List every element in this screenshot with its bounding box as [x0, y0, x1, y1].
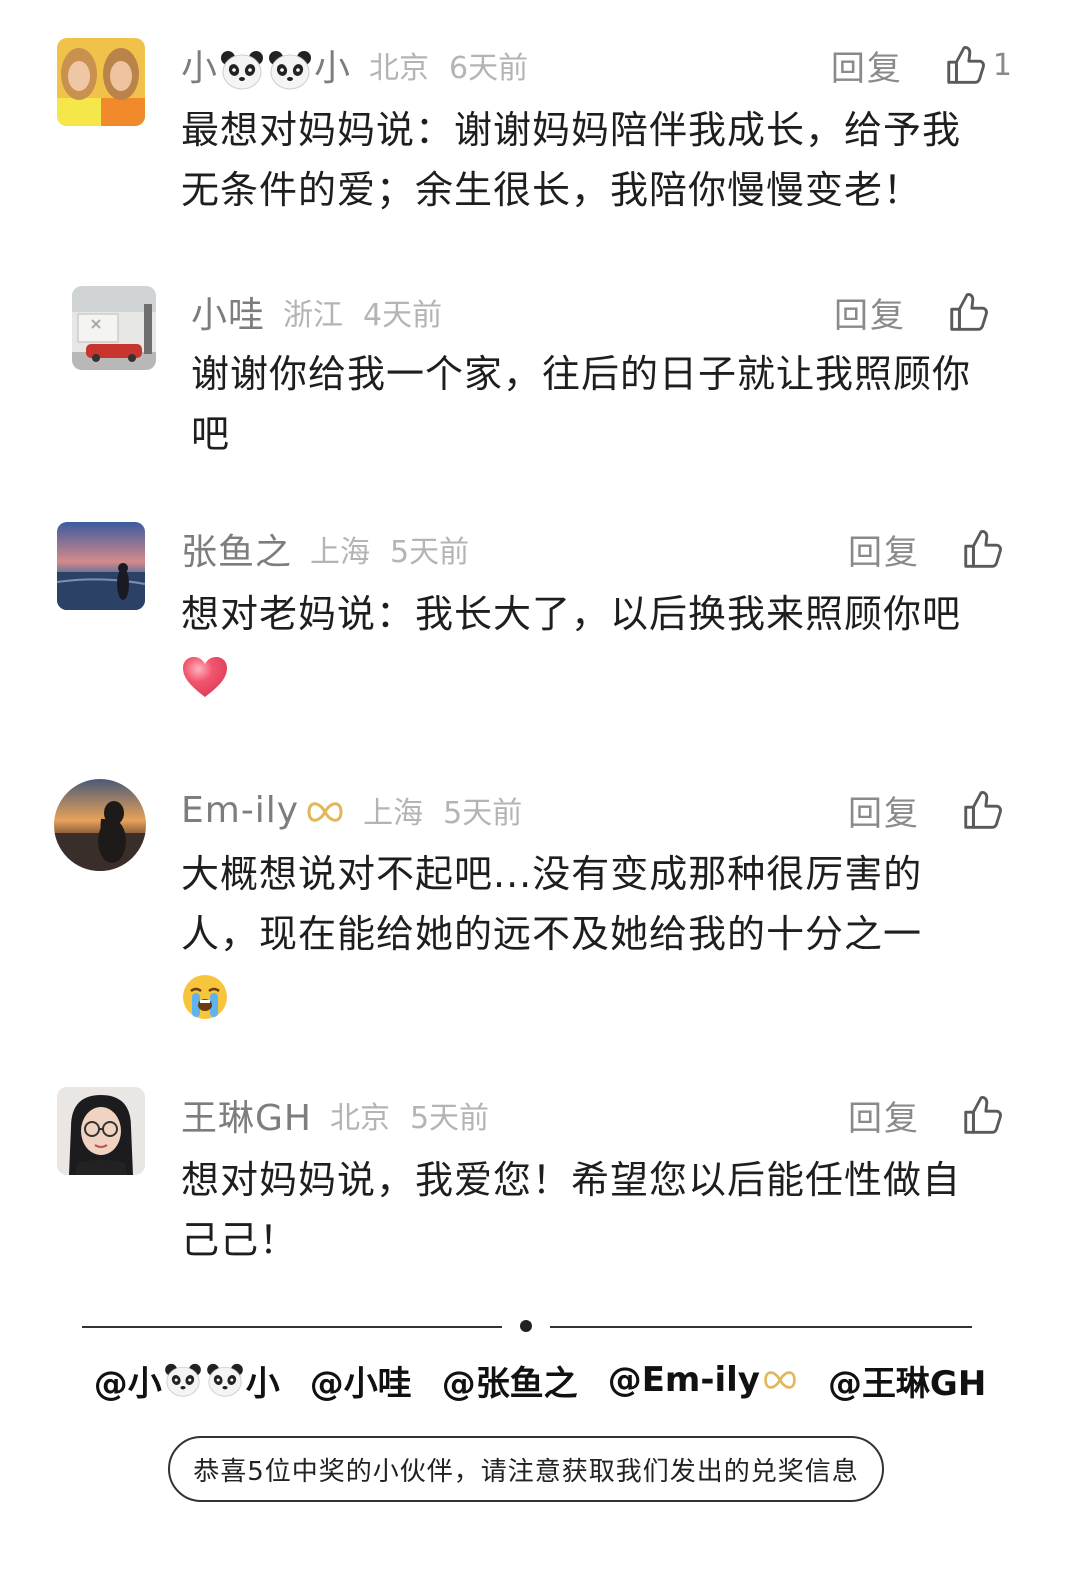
thumbs-up-icon — [960, 526, 1006, 572]
reply-button[interactable]: 回复 — [831, 41, 903, 90]
like-button[interactable] — [960, 1092, 1006, 1138]
mention-text: @Em-ily — [607, 1360, 760, 1400]
comment-line: 人，现在能给她的远不及她给我的十分之一 — [181, 912, 923, 956]
mention-user-1[interactable]: @小 小 — [94, 1356, 280, 1405]
comment-actions: 回复 1 — [831, 40, 1012, 90]
thumbs-up-icon — [960, 787, 1006, 833]
comment-line: 最想对妈妈说：谢谢妈妈陪伴我成长，给予我 — [181, 108, 962, 152]
reply-button[interactable]: 回复 — [848, 1091, 920, 1140]
thumbs-up-icon — [960, 1092, 1006, 1138]
reply-button[interactable]: 回复 — [834, 288, 906, 337]
comment-line: 想对老妈说：我长大了，以后换我来照顾你吧 — [181, 592, 962, 636]
region-label: 北京 — [369, 51, 430, 86]
avatar[interactable] — [57, 522, 145, 610]
like-button[interactable] — [946, 289, 992, 335]
comment-meta: 张鱼之 上海 5天前 — [181, 524, 469, 574]
timestamp: 5天前 — [409, 1101, 490, 1136]
heart-emoji-icon — [183, 656, 227, 697]
mention-user-4[interactable]: @Em-ily — [608, 1360, 798, 1400]
comment-text: 最想对妈妈说：谢谢妈妈陪伴我成长，给予我 无条件的爱；余生很长，我陪你慢慢变老！ — [181, 100, 961, 220]
comment-meta: 小哇 浙江 4天前 — [191, 287, 442, 337]
mention-text: @小 — [93, 1363, 162, 1404]
avatar[interactable] — [57, 1087, 145, 1175]
infinity-badge-icon — [762, 1366, 798, 1394]
infinity-badge-icon — [305, 797, 345, 827]
like-button[interactable] — [960, 526, 1006, 572]
username-text: 小 — [314, 48, 352, 89]
panda-icon — [206, 1363, 244, 1397]
prize-notice: 恭喜5位中奖的小伙伴，请注意获取我们发出的兑奖信息 — [168, 1436, 884, 1502]
comment-line — [181, 964, 922, 1024]
region-label: 北京 — [329, 1101, 390, 1136]
comment-text: 大概想说对不起吧...没有变成那种很厉害的 人，现在能给她的远不及她给我的十分之… — [181, 844, 922, 1024]
comment-line — [181, 644, 961, 704]
panda-icon — [164, 1363, 202, 1397]
mention-user-3[interactable]: @张鱼之 — [442, 1356, 578, 1405]
panda-icon — [220, 50, 264, 90]
divider-right — [550, 1326, 972, 1328]
timestamp: 4天前 — [363, 298, 443, 333]
comment-meta: 小小 北京 6天前 — [181, 40, 528, 90]
username[interactable]: Em-ily — [181, 790, 345, 831]
comment-meta: Em-ily 上海 5天前 — [181, 785, 522, 835]
avatar[interactable] — [54, 779, 146, 871]
username-text: Em-ily — [181, 789, 300, 831]
reply-button[interactable]: 回复 — [848, 525, 920, 574]
comment-actions: 回复 — [848, 524, 1006, 574]
timestamp: 5天前 — [443, 796, 523, 831]
comment-text: 想对老妈说：我长大了，以后换我来照顾你吧 — [181, 584, 961, 704]
comment-meta: 王琳GH 北京 5天前 — [181, 1090, 489, 1140]
reply-button[interactable]: 回复 — [848, 786, 920, 835]
mention-user-5[interactable]: @王琳GH — [828, 1356, 986, 1405]
comment-line: 大概想说对不起吧...没有变成那种很厉害的 — [181, 852, 923, 896]
comment-line: 谢谢你给我一个家，往后的日子就让我照顾你 — [191, 352, 972, 396]
timestamp: 6天前 — [449, 51, 529, 86]
username[interactable]: 小哇 — [191, 286, 265, 338]
thumbs-up-icon — [946, 289, 992, 335]
comment-line: 己己！ — [181, 1218, 299, 1262]
region-label: 上海 — [310, 535, 371, 570]
comment-text: 想对妈妈说，我爱您！希望您以后能任性做自 己己！ — [181, 1150, 961, 1270]
mention-text: 小 — [245, 1363, 280, 1404]
divider-left — [82, 1326, 502, 1328]
like-button[interactable] — [960, 787, 1006, 833]
mention-user-2[interactable]: @小哇 — [310, 1356, 412, 1405]
username-text: 小 — [181, 48, 219, 89]
avatar[interactable] — [72, 286, 156, 370]
comment-line: 无条件的爱；余生很长，我陪你慢慢变老！ — [181, 168, 923, 212]
crying-face-emoji-icon — [183, 974, 227, 1019]
username[interactable]: 小小 — [181, 39, 351, 91]
comment-line: 吧 — [191, 412, 231, 456]
comment-text: 谢谢你给我一个家，往后的日子就让我照顾你 吧 — [191, 344, 971, 464]
comment-actions: 回复 — [834, 287, 992, 337]
thumbs-up-icon — [943, 42, 989, 88]
username[interactable]: 张鱼之 — [181, 523, 292, 575]
comment-actions: 回复 — [848, 1090, 1006, 1140]
winner-mentions: @小 小 @小哇 @张鱼之 @Em-ily @王琳GH — [0, 1350, 1080, 1410]
timestamp: 5天前 — [390, 535, 470, 570]
divider-dot — [520, 1320, 532, 1332]
region-label: 上海 — [363, 796, 424, 831]
avatar[interactable] — [57, 38, 145, 126]
like-count: 1 — [992, 47, 1012, 83]
like-button[interactable]: 1 — [943, 42, 1012, 88]
comment-line: 想对妈妈说，我爱您！希望您以后能任性做自 — [181, 1158, 962, 1202]
region-label: 浙江 — [283, 298, 344, 333]
comment-actions: 回复 — [848, 785, 1006, 835]
panda-icon — [268, 50, 312, 90]
username[interactable]: 王琳GH — [181, 1089, 312, 1141]
